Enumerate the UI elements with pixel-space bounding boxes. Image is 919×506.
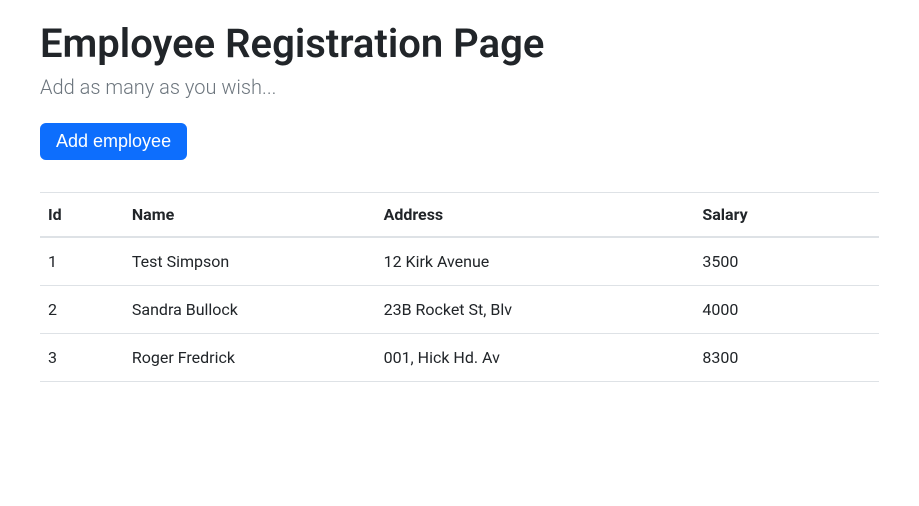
cell-name: Roger Fredrick	[124, 334, 376, 382]
cell-salary: 4000	[694, 286, 879, 334]
table-row: 3 Roger Fredrick 001, Hick Hd. Av 8300	[40, 334, 879, 382]
cell-address: 001, Hick Hd. Av	[376, 334, 695, 382]
column-header-name: Name	[124, 193, 376, 238]
employee-table: Id Name Address Salary 1 Test Simpson 12…	[40, 192, 879, 382]
cell-name: Test Simpson	[124, 237, 376, 286]
table-row: 2 Sandra Bullock 23B Rocket St, Blv 4000	[40, 286, 879, 334]
table-row: 1 Test Simpson 12 Kirk Avenue 3500	[40, 237, 879, 286]
cell-address: 12 Kirk Avenue	[376, 237, 695, 286]
cell-name: Sandra Bullock	[124, 286, 376, 334]
table-header-row: Id Name Address Salary	[40, 193, 879, 238]
column-header-id: Id	[40, 193, 124, 238]
page-subtitle: Add as many as you wish...	[40, 75, 879, 99]
cell-salary: 8300	[694, 334, 879, 382]
add-employee-button[interactable]: Add employee	[40, 123, 187, 160]
page-title: Employee Registration Page	[40, 20, 879, 67]
column-header-address: Address	[376, 193, 695, 238]
cell-id: 3	[40, 334, 124, 382]
cell-address: 23B Rocket St, Blv	[376, 286, 695, 334]
cell-id: 2	[40, 286, 124, 334]
cell-salary: 3500	[694, 237, 879, 286]
column-header-salary: Salary	[694, 193, 879, 238]
cell-id: 1	[40, 237, 124, 286]
